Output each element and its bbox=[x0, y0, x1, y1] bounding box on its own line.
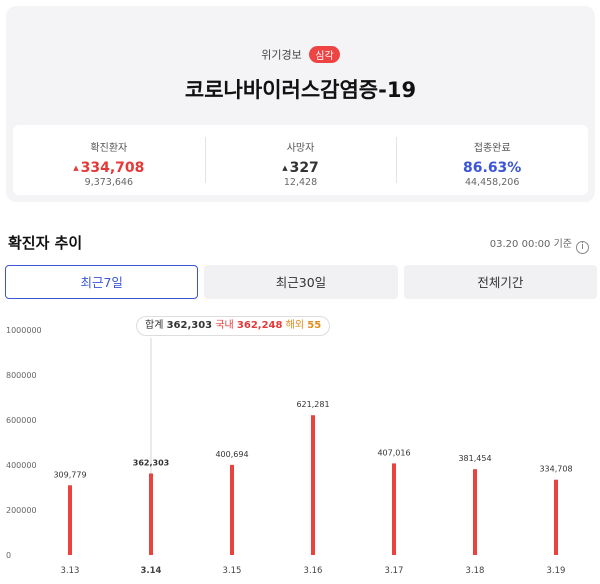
stat-vaccinated: 접종완료 86.63% 44,458,206 bbox=[396, 125, 588, 195]
chart-bar bbox=[473, 469, 477, 555]
chart-bar bbox=[392, 463, 396, 555]
bar-value-label: 309,779 bbox=[53, 470, 86, 479]
bar-value-label: 334,708 bbox=[539, 465, 572, 474]
x-tick-label: 3.16 bbox=[304, 566, 323, 576]
stat-confirmed: 확진환자 ▲ 334,708 9,373,646 bbox=[13, 125, 205, 195]
info-icon[interactable]: i bbox=[576, 241, 589, 254]
y-tick-label: 800000 bbox=[6, 371, 37, 380]
chart-bar bbox=[311, 415, 315, 555]
bar-value-label: 407,016 bbox=[377, 448, 410, 457]
tab-recent-7-days[interactable]: 최근7일 bbox=[5, 265, 199, 299]
stats-panel: 확진환자 ▲ 334,708 9,373,646 사망자 ▲ 327 12,428 … bbox=[13, 125, 588, 195]
y-tick-label: 0 bbox=[6, 551, 11, 560]
stat-main: ▲ 327 bbox=[282, 160, 319, 176]
basis-time: 03.20 00:00 기준 i bbox=[490, 235, 589, 254]
y-tick-label: 200000 bbox=[6, 506, 37, 515]
stat-label: 접종완료 bbox=[473, 143, 511, 154]
up-arrow-icon: ▲ bbox=[282, 164, 288, 172]
alert-label: 위기경보 bbox=[261, 48, 302, 62]
chart-bar bbox=[554, 479, 558, 555]
summary-card: 위기경보 심각 코로나바이러스감염증-19 확진환자 ▲ 334,708 9,37… bbox=[6, 6, 595, 202]
bar-value-label: 362,303 bbox=[133, 458, 169, 467]
x-tick-label: 3.15 bbox=[223, 566, 242, 576]
chart-bar bbox=[68, 485, 72, 555]
period-tabs: 최근7일 최근30일 전체기간 bbox=[5, 265, 597, 299]
stat-total: 9,373,646 bbox=[84, 177, 134, 188]
y-tick-label: 1000000 bbox=[6, 326, 42, 335]
daily-confirmed-bar-chart: 0 200000 400000 600000 800000 1000000 309,779 3… bbox=[6, 326, 573, 576]
y-tick-label: 400000 bbox=[6, 461, 37, 470]
x-tick-label: 3.13 bbox=[61, 566, 80, 576]
bar-value-label: 400,694 bbox=[215, 450, 248, 459]
x-tick-label: 3.19 bbox=[547, 566, 566, 576]
stat-total: 12,428 bbox=[283, 177, 318, 188]
tab-recent-30-days[interactable]: 최근30일 bbox=[204, 265, 398, 299]
stat-total: 44,458,206 bbox=[464, 177, 520, 188]
y-tick-label: 600000 bbox=[6, 416, 37, 425]
x-tick-label: 3.17 bbox=[385, 566, 404, 576]
alert-row: 위기경보 심각 bbox=[6, 46, 595, 63]
tab-all-period[interactable]: 전체기간 bbox=[403, 265, 597, 299]
chart-tooltip: 합계 362,303 국내 362,248 해외 55 bbox=[136, 316, 331, 336]
up-arrow-icon: ▲ bbox=[73, 164, 79, 172]
x-tick-label: 3.18 bbox=[466, 566, 485, 576]
stat-label: 사망자 bbox=[286, 143, 315, 154]
page-title: 코로나바이러스감염증-19 bbox=[184, 78, 417, 102]
alert-level-badge: 심각 bbox=[309, 46, 340, 63]
chart-bar bbox=[230, 464, 234, 555]
stat-label: 확진환자 bbox=[90, 143, 128, 154]
x-tick-label: 3.14 bbox=[141, 566, 162, 576]
section-title: 확진자 추이 bbox=[8, 234, 83, 252]
chart-bar bbox=[149, 473, 153, 555]
stat-main: 86.63% bbox=[463, 160, 522, 176]
stat-deaths: 사망자 ▲ 327 12,428 bbox=[204, 125, 397, 195]
bar-value-label: 381,454 bbox=[458, 454, 491, 463]
stat-main: ▲ 334,708 bbox=[73, 160, 145, 176]
bar-value-label: 621,281 bbox=[296, 400, 329, 409]
